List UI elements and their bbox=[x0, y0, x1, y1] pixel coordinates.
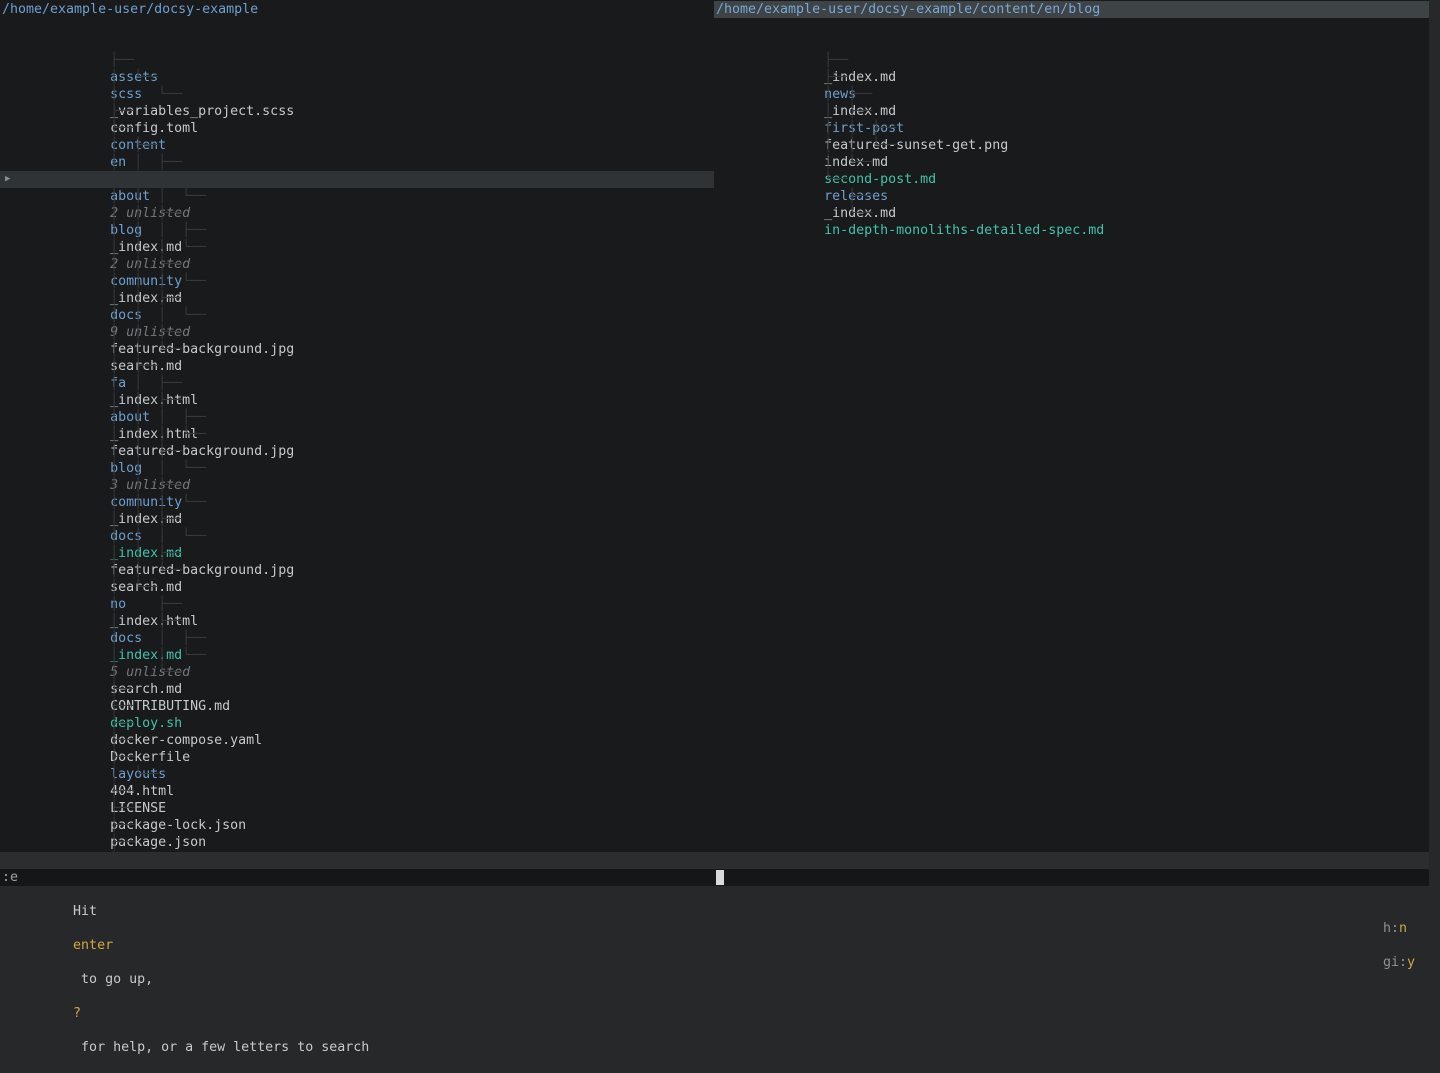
tree-row[interactable]: ├── content bbox=[14, 86, 714, 103]
tree-row[interactable]: │ │ │ └── _index.md bbox=[14, 460, 714, 477]
tree-row[interactable]: ├── package-lock.json bbox=[14, 766, 714, 783]
tree-row[interactable]: │ │ ├── _index.html bbox=[14, 341, 714, 358]
tree-row[interactable]: │ │ │ └── _index.md bbox=[14, 239, 714, 256]
tree-branch: └── bbox=[824, 206, 872, 221]
flag-indicator: gi:y bbox=[1383, 955, 1415, 970]
status-text: Hit bbox=[73, 904, 105, 919]
tree-branch: ├── bbox=[824, 189, 872, 204]
tree-row[interactable]: │ │ ├── _index.md bbox=[14, 596, 714, 613]
tree-row[interactable]: └── themes bbox=[14, 817, 714, 834]
tree-row[interactable]: └── in-depth-monoliths-detailed-spec.md bbox=[728, 171, 1429, 188]
right-tree: ├── _index.md ├── news │ ├── _index.md bbox=[714, 18, 1429, 188]
tree-row[interactable]: │ │ ├── _index.html bbox=[14, 120, 714, 137]
tree-row[interactable]: │ │ ├── featured-background.jpg bbox=[14, 511, 714, 528]
status-bar: Hit enter to go up, ? for help, or a few… bbox=[0, 852, 1429, 869]
tree-row[interactable]: │ │ │ └── 3 unlisted bbox=[14, 426, 714, 443]
flag-indicator: h:n bbox=[1383, 921, 1407, 936]
tree-row[interactable]: └── docsy bbox=[14, 834, 714, 851]
tree-row[interactable]: │ ├── first-post bbox=[728, 69, 1429, 86]
selection-arrow-icon: ▶ bbox=[5, 171, 15, 188]
tree-row[interactable]: │ │ │ └── 9 unlisted bbox=[14, 273, 714, 290]
tree-row[interactable]: └── releases bbox=[728, 137, 1429, 154]
text-cursor bbox=[716, 870, 724, 885]
tree-row[interactable]: ├── LICENSE bbox=[14, 749, 714, 766]
mode-flags: h:n gi:y bbox=[1271, 869, 1415, 988]
tree-row[interactable]: │ └── second-post.md bbox=[728, 120, 1429, 137]
status-text: to go up, bbox=[73, 972, 161, 987]
tree-row[interactable]: │ │ ├── community bbox=[14, 443, 714, 460]
tree-row[interactable]: ├── CONTRIBUTING.md bbox=[14, 647, 714, 664]
input-row: :e h:n gi:y bbox=[0, 869, 1429, 886]
tree-row[interactable]: │ │ └── index.md bbox=[728, 103, 1429, 120]
command-input[interactable]: :e bbox=[0, 869, 714, 886]
status-text: enter bbox=[73, 938, 113, 953]
tree-row[interactable]: │ │ │ └── 2 unlisted bbox=[14, 205, 714, 222]
tree-row[interactable]: ├── news bbox=[728, 35, 1429, 52]
tree-row[interactable]: ├── Dockerfile bbox=[14, 698, 714, 715]
tree-row[interactable]: │ │ └── 5 unlisted bbox=[14, 613, 714, 630]
broot-terminal: /home/example-user/docsy-example ├── ass… bbox=[0, 0, 1440, 900]
tree-row[interactable]: │ │ ├── docs bbox=[14, 256, 714, 273]
tree-row[interactable]: │ │ ├── community bbox=[14, 222, 714, 239]
tree-row[interactable]: │ └── search.md bbox=[14, 630, 714, 647]
tree-row[interactable]: ├── _index.md bbox=[728, 18, 1429, 35]
tree-row[interactable]: │ │ └── search.md bbox=[14, 307, 714, 324]
tree-row[interactable]: │ │ ├── about bbox=[14, 358, 714, 375]
tree-row[interactable]: │ │ ├── blog bbox=[14, 409, 714, 426]
tree-row[interactable]: │ └── _variables_project.scss bbox=[14, 52, 714, 69]
tree-row[interactable]: │ │ │ └── featured-background.jpg bbox=[14, 392, 714, 409]
tree-row[interactable]: │ └── no bbox=[14, 545, 714, 562]
tree-row[interactable]: │ │ ├── docs bbox=[14, 477, 714, 494]
tree-row[interactable]: │ └── 404.html bbox=[14, 732, 714, 749]
scrollbar-track[interactable] bbox=[1429, 0, 1440, 886]
tree-row[interactable]: ▶ │ │ ├── blog bbox=[0, 171, 714, 188]
tree-row[interactable]: ├── layouts bbox=[14, 715, 714, 732]
tree-row[interactable]: │ │ ├── featured-background.jpg bbox=[14, 290, 714, 307]
tree-row[interactable]: │ │ │ ├── _index.md bbox=[14, 188, 714, 205]
right-panel-path[interactable]: /home/example-user/docsy-example/content… bbox=[714, 1, 1429, 18]
tree-row[interactable]: ├── docker-compose.yaml bbox=[14, 681, 714, 698]
tree-row[interactable]: │ │ ├── featured-sunset-get.png bbox=[728, 86, 1429, 103]
tree-row[interactable]: │ │ │ └── _index.md bbox=[14, 494, 714, 511]
right-panel: /home/example-user/docsy-example/content… bbox=[714, 0, 1429, 852]
tree-row[interactable]: ├── deploy.sh bbox=[14, 664, 714, 681]
entry-name: in-depth-monoliths-detailed-spec.md bbox=[824, 223, 1104, 238]
status-text: ? bbox=[73, 1006, 81, 1021]
tree-row[interactable]: │ ├── docs bbox=[14, 579, 714, 596]
tree-row[interactable]: │ ├── fa bbox=[14, 324, 714, 341]
tree-row[interactable]: │ │ │ ├── _index.html bbox=[14, 375, 714, 392]
tree-row[interactable]: ├── config.toml bbox=[14, 69, 714, 86]
right-panel-input[interactable]: h:n gi:y bbox=[714, 869, 1429, 886]
tree-row[interactable]: ├── package.json bbox=[14, 783, 714, 800]
tree-row[interactable]: │ ├── _index.html bbox=[14, 562, 714, 579]
status-text: for help, or a few letters to search bbox=[73, 1040, 369, 1055]
tree-row[interactable]: │ │ │ └── 2 unlisted bbox=[14, 154, 714, 171]
tree-row[interactable]: │ │ └── search.md bbox=[14, 528, 714, 545]
tree-row[interactable]: ├── _index.md bbox=[728, 154, 1429, 171]
tree-row[interactable]: │ ├── en bbox=[14, 103, 714, 120]
left-panel-path[interactable]: /home/example-user/docsy-example bbox=[0, 1, 714, 18]
broot-app: /home/example-user/docsy-example ├── ass… bbox=[0, 0, 1429, 886]
tree-row[interactable]: │ │ ├── about bbox=[14, 137, 714, 154]
tree-row[interactable]: │ ├── _index.md bbox=[728, 52, 1429, 69]
left-panel: /home/example-user/docsy-example ├── ass… bbox=[0, 0, 714, 852]
left-tree: ├── assets │ └── scss │ └── _variables_p… bbox=[0, 18, 714, 851]
tree-row[interactable]: ├── README.md bbox=[14, 800, 714, 817]
tree-row[interactable]: ├── assets bbox=[14, 18, 714, 35]
tree-row[interactable]: │ └── scss bbox=[14, 35, 714, 52]
